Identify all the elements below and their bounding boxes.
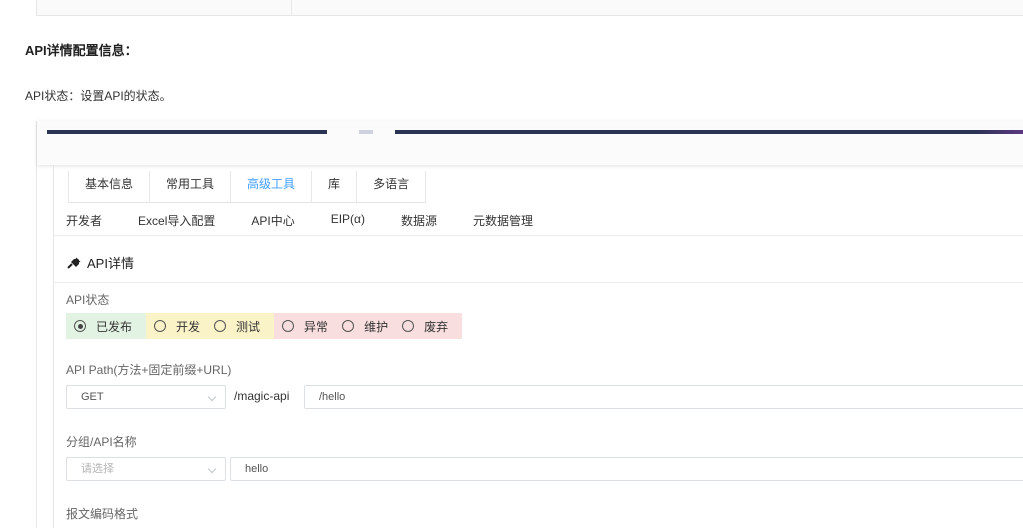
tab-basic-info[interactable]: 基本信息 xyxy=(68,171,151,203)
radio-checked-icon xyxy=(74,320,86,332)
status-group-inactive: 异常 维护 废弃 xyxy=(274,313,463,339)
top-bar-stripe xyxy=(47,130,327,134)
tab-library[interactable]: 库 xyxy=(312,171,358,203)
chevron-down-icon xyxy=(207,392,217,402)
section-title: API详情 xyxy=(67,253,134,272)
sub-tabs: 开发者 Excel导入配置 API中心 EIP(α) 数据源 元数据管理 xyxy=(66,212,569,229)
encoding-label: 报文编码格式 xyxy=(66,507,139,521)
radio-exception[interactable]: 异常 xyxy=(282,318,328,335)
method-value: GET xyxy=(81,391,104,403)
top-bar-stripe xyxy=(975,130,1023,134)
api-status-radio-group: 已发布 开发 测试 异常 维护 废弃 xyxy=(66,313,463,339)
subtab-excel-import[interactable]: Excel导入配置 xyxy=(138,212,215,229)
radio-test[interactable]: 测试 xyxy=(214,318,260,335)
tab-multilanguage[interactable]: 多语言 xyxy=(357,171,427,203)
radio-unchecked-icon xyxy=(214,320,227,332)
radio-unchecked-icon xyxy=(154,320,167,332)
section-title-text: API详情 xyxy=(87,256,134,271)
chevron-down-icon xyxy=(207,464,217,474)
api-path-label: API Path(方法+固定前缀+URL) xyxy=(66,363,232,377)
subtab-datasource[interactable]: 数据源 xyxy=(401,212,437,229)
previous-screenshot-frame xyxy=(36,0,1023,16)
status-group-published: 已发布 xyxy=(66,313,147,339)
divider xyxy=(54,282,1023,283)
radio-label: 维护 xyxy=(364,319,389,334)
top-bar-notch xyxy=(359,130,373,134)
radio-label: 测试 xyxy=(236,319,261,334)
frame-divider xyxy=(291,0,292,15)
radio-deprecated[interactable]: 废弃 xyxy=(402,318,448,335)
api-status-label: API状态 xyxy=(66,293,110,307)
subtab-api-center[interactable]: API中心 xyxy=(251,212,294,229)
radio-label: 已发布 xyxy=(96,319,133,334)
radio-unchecked-icon xyxy=(282,320,295,332)
embedded-screenshot: 基本信息 常用工具 高级工具 库 多语言 开发者 Excel导入配置 API中心… xyxy=(36,121,1023,528)
url-input[interactable]: /hello xyxy=(304,385,1023,409)
radio-published[interactable]: 已发布 xyxy=(74,318,132,335)
radio-label: 开发 xyxy=(176,319,201,334)
app-top-bar xyxy=(37,121,1023,165)
radio-maintenance[interactable]: 维护 xyxy=(342,318,388,335)
radio-label: 废弃 xyxy=(424,319,449,334)
status-group-dev: 开发 测试 xyxy=(146,313,275,339)
settings-panel: 基本信息 常用工具 高级工具 库 多语言 开发者 Excel导入配置 API中心… xyxy=(53,165,1023,528)
divider xyxy=(54,235,1023,236)
doc-description: API状态：设置API的状态。 xyxy=(25,89,172,103)
doc-heading: API详情配置信息： xyxy=(25,43,138,58)
subtab-eip[interactable]: EIP(α) xyxy=(331,212,365,229)
radio-unchecked-icon xyxy=(402,320,415,332)
top-bar-stripe xyxy=(395,130,975,134)
method-select[interactable]: GET xyxy=(66,385,226,409)
plug-icon xyxy=(67,257,81,269)
main-tabs: 基本信息 常用工具 高级工具 库 多语言 xyxy=(68,171,427,203)
subtab-metadata[interactable]: 元数据管理 xyxy=(473,212,533,229)
api-name-input[interactable]: hello xyxy=(230,457,1023,481)
group-placeholder: 请选择 xyxy=(81,463,114,475)
path-prefix: /magic-api xyxy=(234,389,290,403)
radio-develop[interactable]: 开发 xyxy=(154,318,200,335)
tab-advanced-tools[interactable]: 高级工具 xyxy=(231,171,313,203)
group-select[interactable]: 请选择 xyxy=(66,457,226,481)
subtab-developer[interactable]: 开发者 xyxy=(66,212,102,229)
radio-label: 异常 xyxy=(304,319,329,334)
radio-unchecked-icon xyxy=(342,320,355,332)
tab-common-tools[interactable]: 常用工具 xyxy=(150,171,232,203)
group-name-label: 分组/API名称 xyxy=(66,435,137,449)
